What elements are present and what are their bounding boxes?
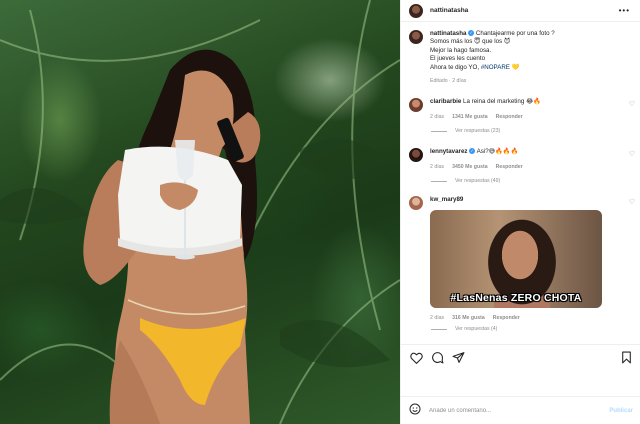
share-icon[interactable] [451, 351, 465, 365]
header-username[interactable]: nattinatasha [430, 7, 468, 14]
post-header: nattinatasha ••• [401, 0, 640, 22]
view-replies-label: Ver respuestas (49) [455, 178, 501, 184]
view-replies-link[interactable]: Ver respuestas (23) [431, 128, 500, 134]
comment-heart-icon[interactable]: ♡ [629, 150, 635, 171]
comment-time: 2 días [430, 114, 445, 120]
caption-text: nattinatasha ✓ Chantajearme por una foto… [430, 30, 555, 85]
comment-icon[interactable] [430, 351, 444, 365]
edited-timestamp: Editado · 2 días [430, 78, 467, 85]
comment-gif[interactable]: #LasNenas ZERO CHOTA [430, 210, 602, 308]
publish-button[interactable]: Publicar [609, 408, 633, 414]
emoji-icon[interactable] [409, 402, 421, 420]
verified-badge-icon: ✓ [469, 148, 476, 155]
caption-line: Mejor la hago famosa. [430, 46, 492, 54]
comment-username[interactable]: claribarbie [430, 98, 461, 105]
gif-caption: #LasNenas ZERO CHOTA [450, 292, 582, 304]
view-replies-link[interactable]: Ver respuestas (4) [431, 326, 497, 332]
caption-emoji: 💛 [511, 63, 520, 71]
caption-username[interactable]: nattinatasha [430, 30, 466, 37]
comment-username[interactable]: lennytavarez [430, 148, 468, 155]
post-side-panel: nattinatasha ••• nattinatasha ✓ Chantaje… [400, 0, 640, 424]
caption-line: Chantajearme por una foto ? [475, 30, 555, 37]
caption-line: Ahora te digo YO, [430, 63, 480, 71]
verified-badge-icon: ✓ [468, 30, 475, 37]
view-replies-label: Ver respuestas (4) [455, 326, 498, 332]
comment-heart-icon[interactable]: ♡ [629, 100, 635, 121]
avatar[interactable] [409, 98, 423, 112]
avatar[interactable] [409, 196, 423, 210]
heart-icon[interactable] [409, 351, 423, 365]
replies-divider [431, 328, 447, 330]
comment-likes[interactable]: 316 Me gusta [452, 314, 485, 322]
reply-button[interactable]: Responder [496, 163, 523, 171]
comment: kw_mary89 #LasNenas ZERO CHOTA 2 días 31… [409, 196, 635, 322]
replies-divider [431, 130, 447, 132]
comment-time: 2 días [430, 164, 445, 170]
caption-line: Somos más los 😇 que los 😈 [430, 38, 511, 46]
view-replies-label: Ver respuestas (23) [455, 128, 501, 134]
post-photo[interactable] [0, 0, 400, 424]
post-photo-illustration [0, 0, 400, 424]
comment: claribarbie La reina del marketing 😂🔥 2 … [409, 98, 635, 121]
comment-composer: Publicar [401, 396, 640, 424]
comment-text: La reina del marketing 😂🔥 [463, 98, 541, 105]
comment-likes[interactable]: 1341 Me gusta [452, 113, 487, 121]
bookmark-icon[interactable] [619, 351, 633, 365]
comment: lennytavarez ✓ Asi?😅🔥🔥🔥 2 días 3450 Me g… [409, 148, 635, 171]
avatar[interactable] [409, 3, 423, 18]
comment-username[interactable]: kw_mary89 [430, 196, 463, 203]
comment-text: Asi?😅🔥🔥🔥 [476, 148, 519, 155]
comment-input[interactable] [429, 407, 579, 414]
comment-likes[interactable]: 3450 Me gusta [452, 163, 487, 171]
reply-button[interactable]: Responder [496, 113, 523, 121]
avatar[interactable] [409, 30, 423, 44]
action-bar [401, 344, 640, 370]
hashtag-link[interactable]: #NOPARE [481, 64, 510, 71]
replies-divider [431, 180, 447, 182]
more-options-icon[interactable]: ••• [619, 6, 630, 15]
comment-time: 2 días [430, 315, 445, 321]
comment-heart-icon[interactable]: ♡ [629, 198, 635, 322]
view-replies-link[interactable]: Ver respuestas (49) [431, 178, 500, 184]
post-caption: nattinatasha ✓ Chantajearme por una foto… [409, 30, 635, 85]
caption-line: El jueves les cuento [430, 55, 486, 63]
avatar[interactable] [409, 148, 423, 162]
reply-button[interactable]: Responder [493, 314, 520, 322]
